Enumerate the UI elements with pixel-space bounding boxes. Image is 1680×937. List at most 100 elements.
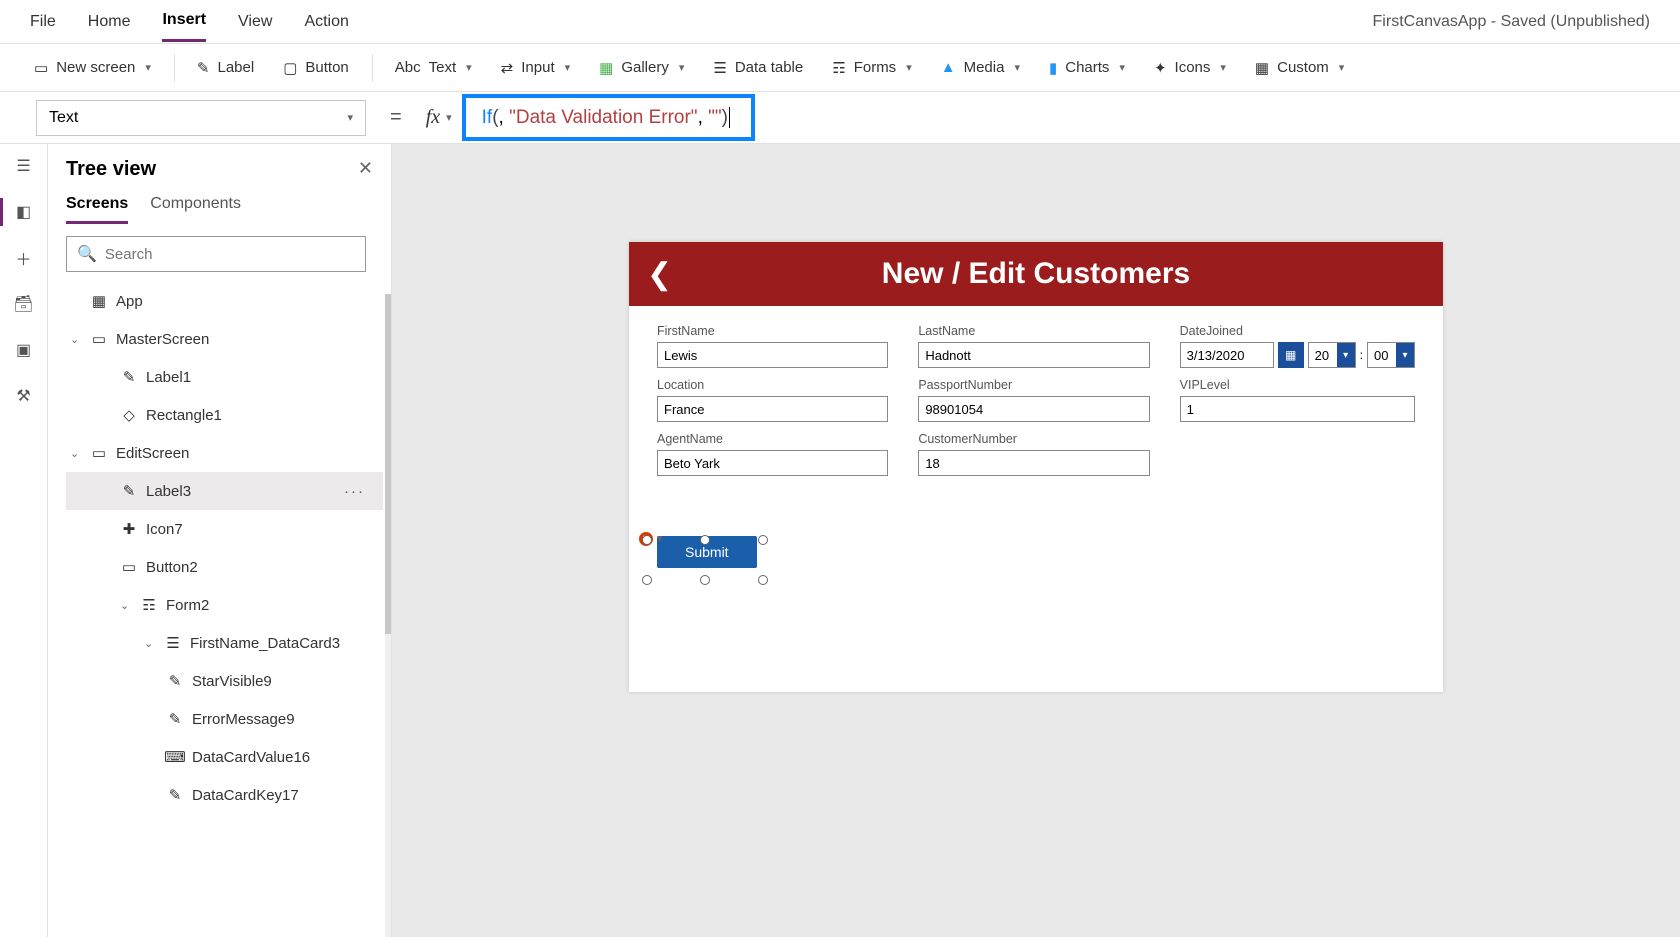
gallery-button[interactable]: ▦Gallery▾	[585, 53, 699, 83]
expand-icon[interactable]: ⌄	[120, 599, 132, 612]
tree-item-masterscreen[interactable]: ⌄▭MasterScreen	[66, 320, 383, 358]
menu-file[interactable]: File	[30, 3, 56, 41]
vip-label: VIPLevel	[1180, 378, 1415, 392]
expand-icon[interactable]: ⌄	[70, 447, 82, 460]
label-icon: ✎	[166, 672, 184, 690]
tab-screens[interactable]: Screens	[66, 195, 128, 224]
firstname-input[interactable]	[657, 342, 888, 368]
tree-item-form2[interactable]: ⌄ ☶ Form2	[66, 586, 383, 624]
formula-bar: Text▾ = fx ▾ If(, "Data Validation Error…	[0, 92, 1680, 144]
tree-item-firstname_datacard3[interactable]: ⌄☰FirstName_DataCard3	[66, 624, 383, 662]
input-button[interactable]: ⇄Input▾	[487, 53, 585, 83]
search-box[interactable]: 🔍	[66, 236, 366, 272]
screen-icon: ▭	[34, 59, 48, 77]
icons-button[interactable]: ✦Icons▾	[1140, 53, 1241, 83]
media-button[interactable]: ▲Media▾	[927, 53, 1035, 82]
fx-icon[interactable]: fx	[426, 106, 440, 129]
tree-item-app[interactable]: ▦App	[66, 282, 383, 320]
media-panel-icon[interactable]: ▣	[14, 340, 34, 360]
hamburger-icon[interactable]: ☰	[14, 156, 34, 176]
custnum-label: CustomerNumber	[918, 432, 1149, 446]
new-screen-button[interactable]: ▭New screen▾	[20, 53, 166, 83]
tree-item-icon7[interactable]: ✚ Icon7	[66, 510, 383, 548]
selected-label-control[interactable]: ✕ ▾	[647, 540, 763, 580]
equals-sign: =	[390, 106, 402, 129]
add-icon[interactable]: ＋	[14, 248, 34, 268]
menu-view[interactable]: View	[238, 3, 272, 41]
app-title: FirstCanvasApp - Saved (Unpublished)	[1373, 13, 1650, 31]
tree-item-label: MasterScreen	[116, 331, 209, 348]
tree-item-rectangle1[interactable]: ◇Rectangle1	[66, 396, 383, 434]
close-icon[interactable]: ✕	[358, 158, 373, 179]
chevron-down-icon: ▾	[347, 111, 353, 124]
search-input[interactable]	[105, 246, 355, 263]
tree-item-datacardvalue16[interactable]: ⌨DataCardValue16	[66, 738, 383, 776]
tree-item-label: App	[116, 293, 143, 310]
tree-item-label: ErrorMessage9	[192, 711, 295, 728]
location-input[interactable]	[657, 396, 888, 422]
menu-home[interactable]: Home	[88, 3, 131, 41]
tree-item-errormessage9[interactable]: ✎ErrorMessage9	[66, 700, 383, 738]
rect-icon: ◇	[120, 406, 138, 424]
tree-view-icon[interactable]: ◧	[14, 202, 34, 222]
tree-item-editscreen[interactable]: ⌄ ▭ EditScreen	[66, 434, 383, 472]
screen-icon: ▭	[90, 444, 108, 462]
tab-components[interactable]: Components	[150, 195, 241, 224]
left-rail: ☰ ◧ ＋ 🗃 ▣ ⚒	[0, 144, 48, 937]
tree-item-datacardkey17[interactable]: ✎DataCardKey17	[66, 776, 383, 814]
table-icon: ☰	[713, 59, 726, 77]
tree-item-label: DataCardKey17	[192, 787, 299, 804]
text-icon: Abc	[395, 59, 421, 76]
vip-input[interactable]	[1180, 396, 1415, 422]
chevron-down-icon: ▾	[1337, 343, 1355, 367]
iconctrl-icon: ✚	[120, 520, 138, 538]
tree-item-label: EditScreen	[116, 445, 189, 462]
tree-item-label: Icon7	[146, 521, 183, 538]
agent-input[interactable]	[657, 450, 888, 476]
advanced-tools-icon[interactable]: ⚒	[14, 386, 34, 406]
chevron-down-icon[interactable]: ▾	[446, 111, 452, 124]
date-input[interactable]	[1180, 342, 1274, 368]
forms-button[interactable]: ☶Forms▾	[818, 53, 926, 83]
icons-icon: ✦	[1154, 59, 1167, 77]
forms-icon: ☶	[832, 59, 845, 77]
expand-icon[interactable]: ⌄	[70, 333, 82, 346]
minute-select[interactable]: 00▾	[1367, 342, 1415, 368]
form-icon: ☶	[140, 596, 158, 614]
back-icon[interactable]: ❮	[647, 257, 672, 292]
lastname-label: LastName	[918, 324, 1149, 338]
calendar-icon[interactable]: ▦	[1278, 342, 1304, 368]
passport-input[interactable]	[918, 396, 1149, 422]
button-button[interactable]: ▢Button	[269, 53, 364, 83]
label-button[interactable]: ✎Label	[183, 53, 269, 83]
scrollbar-thumb[interactable]	[385, 294, 391, 634]
expand-icon[interactable]: ⌄	[144, 637, 156, 650]
charts-button[interactable]: ▮Charts▾	[1035, 53, 1140, 83]
menu-action[interactable]: Action	[304, 3, 348, 41]
datejoined-label: DateJoined	[1180, 324, 1415, 338]
lastname-input[interactable]	[918, 342, 1149, 368]
textinput-icon: ⌨	[166, 748, 184, 766]
media-icon: ▲	[941, 59, 956, 76]
tree-item-label3[interactable]: ✎Label3···	[66, 472, 383, 510]
location-label: Location	[657, 378, 888, 392]
text-button[interactable]: AbcText▾	[381, 53, 487, 82]
datatable-button[interactable]: ☰Data table	[699, 53, 818, 83]
custnum-input[interactable]	[918, 450, 1149, 476]
gallery-icon: ▦	[599, 59, 613, 77]
property-selector[interactable]: Text▾	[36, 100, 366, 136]
tree-item-label1[interactable]: ✎Label1	[66, 358, 383, 396]
tree-item-label: Label1	[146, 369, 191, 386]
custom-button[interactable]: ▦Custom▾	[1241, 53, 1359, 83]
tree-item-label: Form2	[166, 597, 209, 614]
hour-select[interactable]: 20▾	[1308, 342, 1356, 368]
more-icon[interactable]: ···	[344, 483, 365, 500]
datacard-icon: ☰	[164, 634, 182, 652]
formula-input[interactable]: If(, "Data Validation Error", "")	[462, 94, 756, 141]
chevron-down-icon[interactable]: ▾	[657, 532, 663, 545]
menu-insert[interactable]: Insert	[162, 1, 206, 42]
tree-view-panel: Tree view ✕ Screens Components 🔍 ▦App⌄▭M…	[48, 144, 392, 937]
tree-item-button2[interactable]: ▭Button2	[66, 548, 383, 586]
data-icon[interactable]: 🗃	[14, 294, 34, 314]
tree-item-starvisible9[interactable]: ✎StarVisible9	[66, 662, 383, 700]
